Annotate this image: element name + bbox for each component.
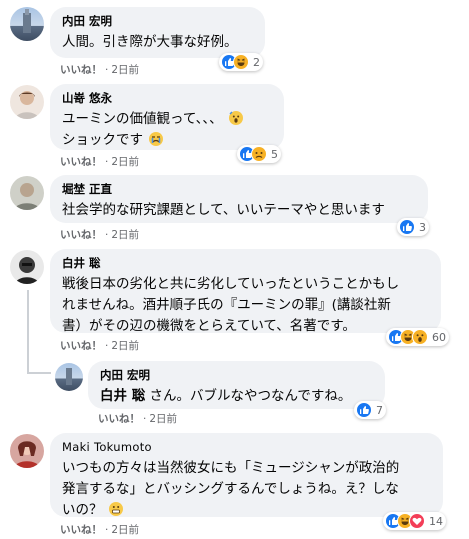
like-button[interactable]: いいね！ [60, 229, 102, 241]
reaction-count: 60 [432, 330, 446, 344]
comment-text: 戦後日本の劣化と共に劣化していったということかもし れませんね。酒井順子氏の『ユ… [62, 276, 400, 334]
timestamp[interactable]: 2日前 [111, 340, 139, 352]
comment-text: 白井 聡 さん。バブルなやつなんですね。 [100, 388, 352, 404]
grimacing-face-icon [108, 502, 123, 516]
like-icon [399, 219, 415, 235]
like-button[interactable]: いいね！ [60, 340, 102, 352]
comment-bubble: 山嵜 悠永 ユーミンの価値観って、、、 ショックです [50, 84, 284, 150]
comment-author[interactable]: 堀埜 正直 [62, 182, 416, 197]
comment-actions: いいね！ · 2日前 [60, 229, 140, 241]
timestamp[interactable]: 2日前 [111, 64, 139, 76]
reaction-summary[interactable]: 7 [354, 401, 386, 419]
like-button[interactable]: いいね！ [60, 64, 102, 76]
comment-actions: いいね！ · 2日前 [60, 524, 140, 536]
reaction-count: 2 [253, 55, 260, 69]
avatar[interactable] [10, 176, 44, 210]
sad-icon [251, 146, 267, 162]
comment-actions: いいね！ · 2日前 [60, 64, 140, 76]
comment-author[interactable]: 山嵜 悠永 [62, 91, 272, 106]
comment-bubble: 堀埜 正直 社会学的な研究課題として、いいテーマやと思います [50, 175, 428, 223]
like-button[interactable]: いいね！ [98, 413, 140, 425]
avatar[interactable] [10, 85, 44, 119]
comment-actions: いいね！ · 2日前 [60, 156, 140, 168]
timestamp[interactable]: 2日前 [149, 413, 177, 425]
crying-face-icon [149, 132, 164, 146]
comment-text: いつもの方々は当然彼女にも「ミュージシャンが政治的 発言するな」とバッシングする… [62, 460, 400, 518]
comment-text: ユーミンの価値観って、、、 ショックです [62, 109, 272, 151]
timestamp[interactable]: 2日前 [111, 156, 139, 168]
haha-icon [233, 54, 249, 70]
comment-author[interactable]: 白井 聡 [62, 256, 429, 271]
avatar[interactable] [10, 434, 44, 468]
love-icon [409, 513, 425, 529]
reaction-count: 7 [376, 403, 383, 417]
avatar[interactable] [55, 363, 83, 391]
screaming-face-icon [228, 111, 243, 125]
like-icon [356, 402, 372, 418]
reaction-summary[interactable]: 2 [219, 53, 263, 71]
comment-bubble: 内田 宏明 人間。引き際が大事な好例。 [50, 7, 265, 58]
comment-actions: いいね！ · 2日前 [98, 413, 178, 425]
comment-bubble: 内田 宏明 白井 聡 さん。バブルなやつなんですね。 [88, 361, 385, 409]
reaction-summary[interactable]: 3 [397, 218, 429, 236]
wow-icon [412, 329, 428, 345]
reaction-count: 14 [429, 514, 443, 528]
reaction-count: 3 [419, 220, 426, 234]
reaction-summary[interactable]: 60 [386, 328, 449, 346]
timestamp[interactable]: 2日前 [111, 229, 139, 241]
comment-author[interactable]: Maki Tokumoto [62, 440, 431, 455]
comment-bubble: 白井 聡 戦後日本の劣化と共に劣化していったということかもし れませんね。酒井順… [50, 249, 441, 334]
comment-bubble: Maki Tokumoto いつもの方々は当然彼女にも「ミュージシャンが政治的 … [50, 433, 443, 518]
comment-actions: いいね！ · 2日前 [60, 340, 140, 352]
comment-text: 人間。引き際が大事な好例。 [62, 34, 238, 50]
comment-author[interactable]: 内田 宏明 [62, 14, 253, 29]
like-button[interactable]: いいね！ [60, 156, 102, 168]
timestamp[interactable]: 2日前 [111, 524, 139, 536]
comment-author[interactable]: 内田 宏明 [100, 368, 373, 383]
reaction-summary[interactable]: 5 [237, 145, 281, 163]
mention-link[interactable]: 白井 聡 [100, 388, 145, 404]
like-button[interactable]: いいね！ [60, 524, 102, 536]
reaction-count: 5 [271, 147, 278, 161]
thread-line [27, 372, 51, 374]
reaction-summary[interactable]: 14 [383, 512, 446, 530]
avatar[interactable] [10, 250, 44, 284]
avatar[interactable] [10, 7, 44, 41]
thread-line [27, 290, 29, 374]
comment-text: 社会学的な研究課題として、いいテーマやと思います [62, 202, 385, 218]
